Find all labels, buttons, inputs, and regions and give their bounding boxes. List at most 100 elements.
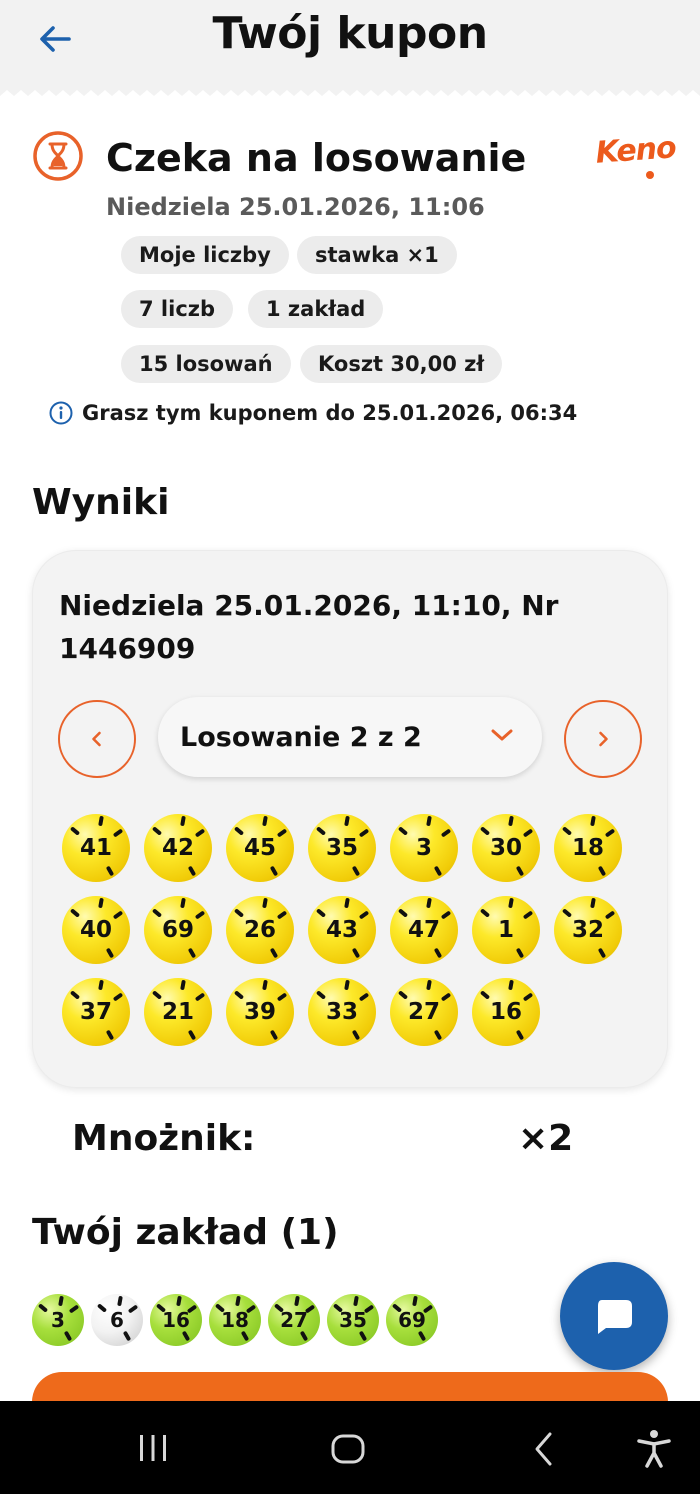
drawn-number-value: 41 (79, 835, 112, 861)
results-heading: Wyniki (32, 482, 170, 523)
home-icon[interactable] (330, 1431, 366, 1467)
drawn-number-value: 39 (243, 999, 276, 1025)
drawn-number-value: 40 (79, 917, 112, 943)
ball-marking (70, 825, 81, 836)
drawn-number-value: 43 (325, 917, 358, 943)
ball-marking (522, 909, 534, 920)
system-back-icon[interactable] (530, 1431, 560, 1467)
ball-marking (97, 816, 104, 827)
ball-marking (589, 898, 596, 909)
ball-marking (152, 989, 163, 1000)
ball-marking (562, 825, 573, 836)
ball-marking (235, 1296, 242, 1307)
ball-marking (398, 989, 409, 1000)
ball-marking (440, 909, 452, 920)
drawn-number-ball: 47 (390, 896, 458, 964)
ball-marking (179, 898, 186, 909)
ball-marking (63, 1331, 72, 1342)
ball-marking (240, 1331, 249, 1342)
chat-button[interactable] (560, 1262, 668, 1370)
page-title: Twój kupon (212, 8, 488, 59)
ball-marking (234, 907, 245, 918)
ball-marking (269, 1030, 278, 1041)
recent-apps-icon[interactable] (136, 1431, 170, 1465)
ball-marking (276, 909, 288, 920)
ball-marking (398, 907, 409, 918)
next-draw-button[interactable] (564, 700, 642, 778)
drawn-number-value: 30 (489, 835, 522, 861)
ball-marking (425, 980, 432, 991)
ball-marking (316, 907, 327, 918)
drawn-number-value: 69 (161, 917, 194, 943)
drawn-number-value: 42 (161, 835, 194, 861)
ball-marking (358, 1331, 367, 1342)
ball-marking (351, 948, 360, 959)
previous-draw-button[interactable] (58, 700, 136, 778)
drawn-number-ball: 30 (472, 814, 540, 882)
ball-marking (507, 980, 514, 991)
ball-marking (187, 948, 196, 959)
ball-marking (440, 991, 452, 1002)
ball-marking (97, 898, 104, 909)
ball-marking (187, 1030, 196, 1041)
chat-bubble-icon (598, 1300, 632, 1334)
bet-number-value: 6 (110, 1308, 124, 1332)
ball-marking (440, 827, 452, 838)
ball-marking (412, 1296, 419, 1307)
ball-marking (358, 827, 370, 838)
ball-marking (358, 909, 370, 920)
chevron-left-icon (92, 731, 101, 747)
svg-text:Keno: Keno (595, 130, 678, 171)
ball-marking (417, 1331, 426, 1342)
drawn-number-ball: 40 (62, 896, 130, 964)
drawn-number-value: 18 (571, 835, 604, 861)
ball-marking (353, 1296, 360, 1307)
app-header: Twój kupon (0, 0, 700, 96)
drawn-number-ball: 32 (554, 896, 622, 964)
bet-number-hit-ball: 27 (268, 1294, 320, 1346)
drawn-number-value: 27 (407, 999, 440, 1025)
chip-draws-count: 15 losowań (121, 345, 291, 383)
drawn-number-value: 16 (489, 999, 522, 1025)
ball-marking (343, 816, 350, 827)
chip-cost: Koszt 30,00 zł (300, 345, 503, 383)
ball-marking (316, 825, 327, 836)
drawn-number-value: 35 (325, 835, 358, 861)
ball-marking (68, 1304, 79, 1314)
keno-logo: Keno (595, 130, 678, 179)
drawn-number-ball: 26 (226, 896, 294, 964)
drawn-number-value: 26 (243, 917, 276, 943)
ball-marking (515, 948, 524, 959)
ball-marking (276, 827, 288, 838)
ball-marking (604, 909, 616, 920)
ball-marking (105, 866, 114, 877)
validity-info: Grasz tym kuponem do 25.01.2026, 06:34 (48, 400, 577, 426)
drawn-number-ball: 41 (62, 814, 130, 882)
ball-marking (507, 898, 514, 909)
bet-number-value: 27 (280, 1308, 308, 1332)
ball-marking (269, 948, 278, 959)
info-icon (49, 401, 73, 425)
ball-marking (343, 980, 350, 991)
ball-marking (70, 907, 81, 918)
drawn-number-value: 33 (325, 999, 358, 1025)
bet-heading: Twój zakład (1) (32, 1212, 339, 1253)
drawn-number-ball: 39 (226, 978, 294, 1046)
draw-selector[interactable]: Losowanie 2 z 2 (158, 697, 542, 777)
chevron-right-icon (599, 731, 608, 747)
ball-marking (152, 825, 163, 836)
ball-marking (261, 980, 268, 991)
bet-number-hit-ball: 3 (32, 1294, 84, 1346)
ball-marking (176, 1296, 183, 1307)
drawn-number-value: 3 (415, 835, 432, 861)
ball-marking (105, 948, 114, 959)
ball-marking (112, 991, 124, 1002)
ball-marking (105, 1030, 114, 1041)
chip-numbers-count: 7 liczb (121, 290, 234, 328)
drawn-number-ball: 42 (144, 814, 212, 882)
ball-marking (515, 1030, 524, 1041)
ball-marking (70, 989, 81, 1000)
drawn-number-value: 37 (79, 999, 112, 1025)
drawn-number-ball: 18 (554, 814, 622, 882)
accessibility-icon[interactable] (636, 1429, 672, 1469)
